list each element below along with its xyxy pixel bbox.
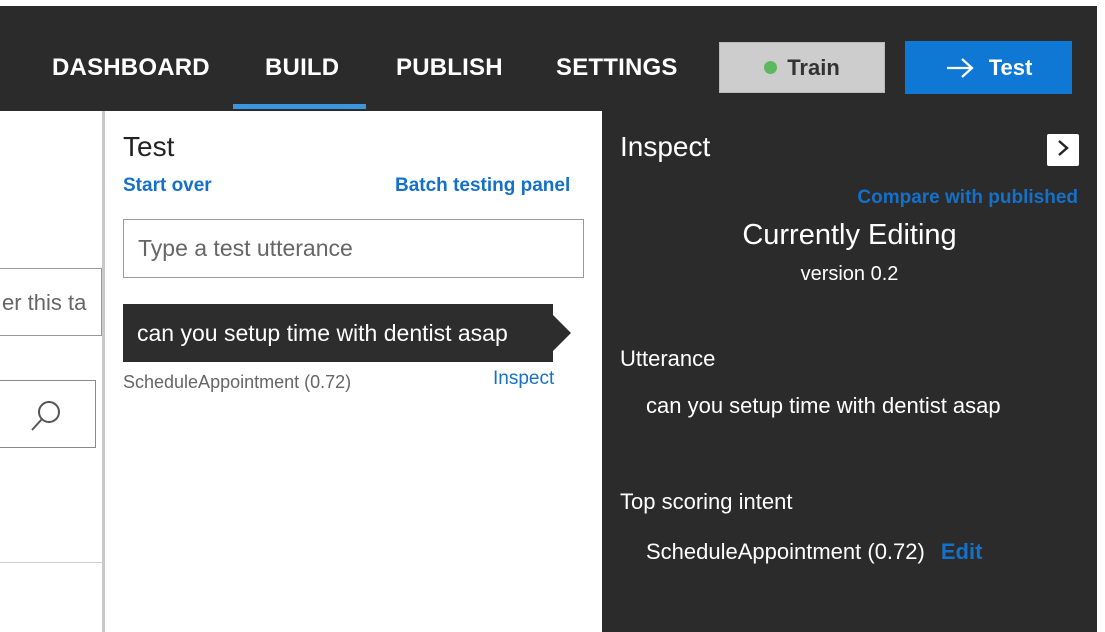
utterance-label: Utterance [620,346,716,371]
top-nav-bar: DASHBOARD BUILD PUBLISH SETTINGS Train T… [0,6,1097,111]
train-button[interactable]: Train [719,42,885,93]
top-scoring-intent-value: ScheduleAppointment (0.72) [646,539,925,564]
top-scoring-intent-row: ScheduleAppointment (0.72) Edit [646,539,982,565]
test-utterance-input[interactable] [123,219,584,278]
compare-with-published-link[interactable]: Compare with published [857,187,1078,209]
batch-testing-link[interactable]: Batch testing panel [395,175,570,197]
tab-build[interactable]: BUILD [265,54,339,82]
active-tab-indicator [233,104,366,109]
right-edge [1097,6,1105,632]
edit-intent-link[interactable]: Edit [941,539,983,564]
top-scoring-intent-label: Top scoring intent [620,489,793,514]
tab-dashboard[interactable]: DASHBOARD [52,54,210,82]
chevron-right-icon [1056,139,1070,162]
utterance-text: can you setup time with dentist asap [137,320,508,346]
test-button[interactable]: Test [905,41,1072,94]
status-dot-icon [764,61,778,74]
utterance-bubble[interactable]: can you setup time with dentist asap [123,304,571,362]
inspect-link[interactable]: Inspect [493,368,554,390]
result-intent: ScheduleAppointment (0.72) [123,372,352,392]
tab-settings[interactable]: SETTINGS [556,54,678,82]
filter-input-text: er this ta [2,290,87,315]
collapse-panel-button[interactable] [1047,134,1079,166]
test-button-label: Test [988,54,1033,80]
start-over-link[interactable]: Start over [123,175,212,197]
version-label: version 0.2 [800,263,899,285]
divider [0,562,102,563]
utterance-value: can you setup time with dentist asap [646,393,1001,418]
test-panel: Test Start over Batch testing panel can … [102,111,602,632]
tab-publish[interactable]: PUBLISH [396,54,503,82]
test-panel-title: Test [123,131,175,162]
filter-input[interactable]: er this ta [0,268,102,336]
train-button-label: Train [787,54,840,80]
inspect-panel-title: Inspect [620,131,711,162]
arrow-right-icon [945,57,975,79]
currently-editing-heading: Currently Editing [742,219,957,251]
inspect-panel: Inspect Compare with published Currently… [602,111,1097,632]
search-button[interactable] [0,380,96,448]
